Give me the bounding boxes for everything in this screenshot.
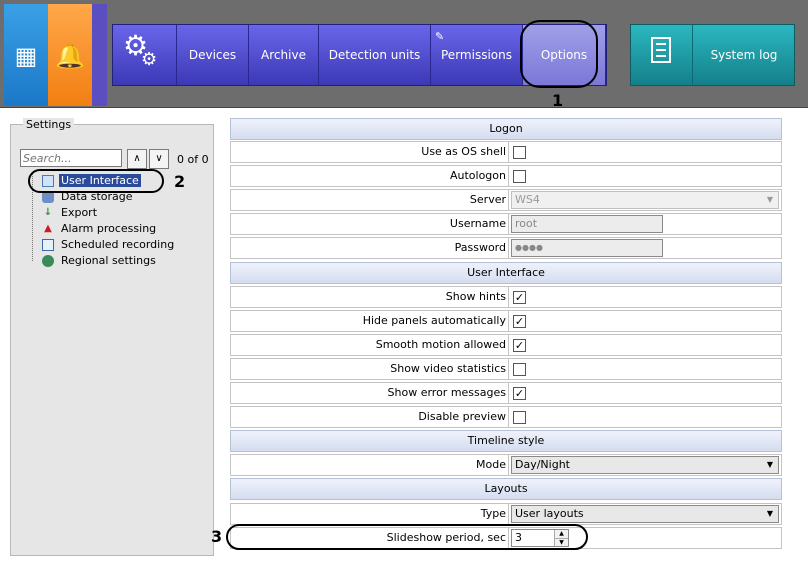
row-layout-type: Type User layouts ▼ [230, 503, 782, 525]
row-label: Server [231, 190, 509, 210]
gears-icon: ⚙ ⚙ [123, 29, 158, 71]
timeline-mode-select[interactable]: Day/Night ▼ [511, 456, 779, 474]
callout-ring-user-interface [28, 169, 164, 193]
bell-icon: 🔔 [55, 42, 85, 70]
windows-tile-icon: ▦ [14, 42, 38, 70]
callout-number-3: 3 [211, 527, 223, 546]
section-timeline-style: Timeline style [230, 430, 782, 452]
disable-preview-checkbox[interactable] [513, 411, 526, 424]
row-disable-preview: Disable preview [230, 406, 782, 428]
password-field[interactable]: ●●●● [511, 239, 663, 257]
globe-icon [42, 255, 54, 267]
row-password: Password ●●●● [230, 237, 782, 259]
timeline-mode-value: Day/Night [515, 458, 570, 471]
tree-item-label: Regional settings [61, 254, 156, 267]
row-server: Server WS4 ▼ [230, 189, 782, 211]
tree-item-export[interactable]: ↓ Export [27, 205, 211, 221]
server-select[interactable]: WS4 ▼ [511, 191, 779, 209]
row-label: Use as OS shell [231, 142, 509, 162]
row-timeline-mode: Mode Day/Night ▼ [230, 454, 782, 476]
callout-ring-options [520, 20, 598, 88]
row-label: Show hints [231, 287, 509, 307]
pencil-icon: ✎ [435, 30, 445, 43]
error-messages-checkbox[interactable]: ✓ [513, 387, 526, 400]
layout-type-select[interactable]: User layouts ▼ [511, 505, 779, 523]
row-video-statistics: Show video statistics [230, 358, 782, 380]
system-log-group[interactable]: System log [630, 24, 795, 86]
nav-permissions[interactable]: ✎ Permissions [431, 25, 523, 85]
calendar-icon [42, 239, 54, 251]
row-show-hints: Show hints ✓ [230, 286, 782, 308]
system-log-button[interactable]: System log [693, 25, 795, 85]
system-log-icon-cell[interactable] [631, 25, 693, 85]
row-autologon: Autologon [230, 165, 782, 187]
row-label: Username [231, 214, 509, 234]
chevron-down-icon: ▼ [766, 195, 774, 204]
search-next-button[interactable]: ∨ [149, 149, 169, 169]
row-label: Mode [231, 455, 509, 475]
section-user-interface: User Interface [230, 262, 782, 284]
server-value: WS4 [515, 193, 540, 206]
chevron-down-icon: ▼ [766, 509, 774, 518]
settings-search-input[interactable] [20, 149, 122, 167]
tree-item-alarm-processing[interactable]: ▲ Alarm processing [27, 221, 211, 237]
tree-item-regional-settings[interactable]: Regional settings [27, 253, 211, 269]
row-label: Type [231, 504, 509, 524]
settings-icon-cell[interactable]: ⚙ ⚙ [113, 25, 177, 85]
row-error-messages: Show error messages ✓ [230, 382, 782, 404]
callout-number-1: 1 [552, 91, 564, 110]
nav-devices[interactable]: Devices [177, 25, 249, 85]
autologon-checkbox[interactable] [513, 170, 526, 183]
callout-number-2: 2 [174, 172, 186, 191]
row-label: Disable preview [231, 407, 509, 427]
search-previous-button[interactable]: ∧ [127, 149, 147, 169]
row-hide-panels: Hide panels automatically ✓ [230, 310, 782, 332]
settings-panel-title: Settings [23, 118, 75, 131]
row-username: Username root [230, 213, 782, 235]
chevron-down-icon: ▼ [766, 460, 774, 469]
top-toolbar: ▦ 🔔 ⚙ ⚙ Devices Archive Detection units ✎… [0, 0, 808, 108]
use-as-os-shell-checkbox[interactable] [513, 146, 526, 159]
tree-item-label: Alarm processing [61, 222, 157, 235]
row-label: Hide panels automatically [231, 311, 509, 331]
layout-type-value: User layouts [515, 507, 584, 520]
username-field[interactable]: root [511, 215, 663, 233]
callout-ring-slideshow-period [226, 524, 588, 550]
row-label: Smooth motion allowed [231, 335, 509, 355]
show-hints-checkbox[interactable]: ✓ [513, 291, 526, 304]
section-layouts: Layouts [230, 478, 782, 500]
nav-detection-units[interactable]: Detection units [319, 25, 431, 85]
row-label: Autologon [231, 166, 509, 186]
tree-item-label: Scheduled recording [61, 238, 175, 251]
row-label: Password [231, 238, 509, 258]
windows-tile[interactable]: ▦ [4, 4, 48, 106]
hide-panels-checkbox[interactable]: ✓ [513, 315, 526, 328]
tile-separator [92, 4, 107, 106]
tree-item-scheduled-recording[interactable]: Scheduled recording [27, 237, 211, 253]
row-smooth-motion: Smooth motion allowed ✓ [230, 334, 782, 356]
smooth-motion-checkbox[interactable]: ✓ [513, 339, 526, 352]
nav-permissions-label: Permissions [441, 48, 512, 62]
search-result-count: 0 of 0 [177, 153, 209, 166]
list-document-icon [651, 37, 671, 63]
row-label: Show video statistics [231, 359, 509, 379]
nav-archive[interactable]: Archive [249, 25, 319, 85]
alarm-icon: ▲ [44, 223, 52, 234]
section-logon: Logon [230, 118, 782, 140]
video-statistics-checkbox[interactable] [513, 363, 526, 376]
export-icon: ↓ [43, 207, 53, 218]
alarm-tile[interactable]: 🔔 [48, 4, 92, 106]
tree-item-label: Export [61, 206, 98, 219]
row-label: Show error messages [231, 383, 509, 403]
row-use-as-os-shell: Use as OS shell [230, 141, 782, 163]
options-property-grid: Logon Use as OS shell Autologon Server W… [230, 118, 782, 558]
